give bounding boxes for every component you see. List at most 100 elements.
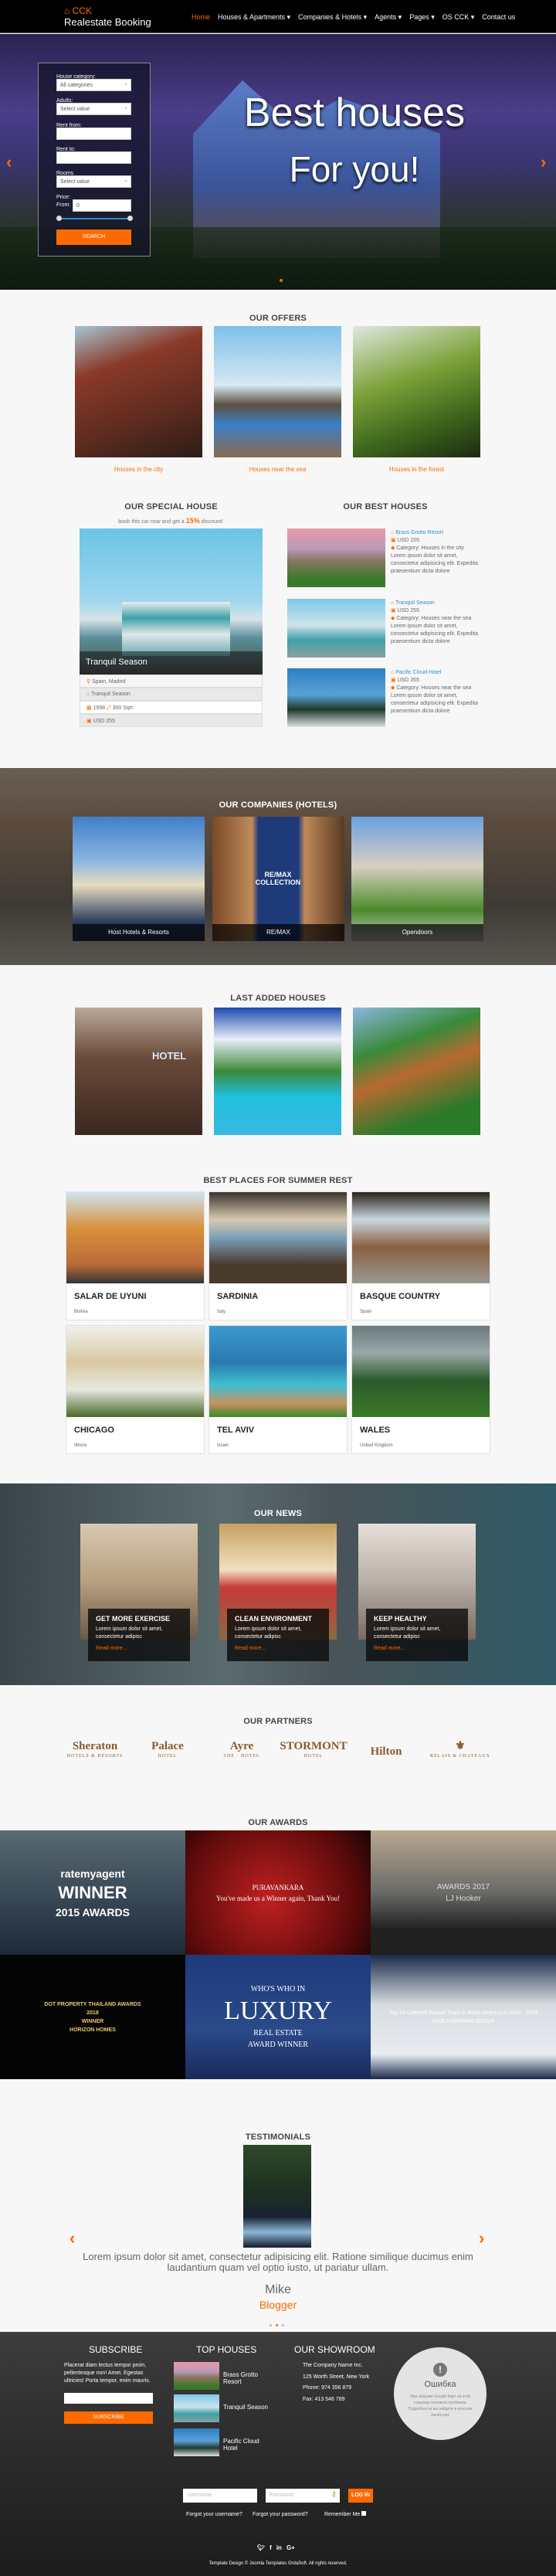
partner-logo[interactable]: Ayre THE · HOTEL — [207, 1732, 276, 1771]
best-house-name[interactable]: Brass Grotto Resort — [395, 530, 443, 535]
offer-link[interactable]: Houses in the city — [75, 466, 202, 473]
nav-item[interactable]: Houses & Apartments ▾ — [218, 13, 290, 22]
forgot-username-link[interactable]: Forgot your username? — [186, 2511, 242, 2519]
offer-link[interactable]: Houses near the sea — [214, 466, 341, 473]
slide-dot-active[interactable] — [276, 2324, 278, 2326]
partner-sub: RELAIS & CHATEAUX — [430, 1754, 490, 1759]
offer-link[interactable]: Houses in the forest — [353, 466, 480, 473]
place-card[interactable]: BASQUE COUNTRY Spain — [351, 1191, 490, 1320]
nav-item[interactable]: Agents ▾ — [375, 13, 402, 22]
best-house-name[interactable]: Tranquil Season — [395, 600, 435, 606]
offer-image[interactable] — [75, 326, 202, 457]
company-card[interactable]: Host Hotels & Resorts — [73, 817, 205, 941]
search-form: House category: All categories Adults: S… — [38, 63, 151, 257]
chevron-left-icon[interactable]: ‹ — [70, 2228, 75, 2248]
award-image[interactable]: PURAVANKARA You've made us a Winner again… — [185, 1830, 371, 1955]
logo[interactable]: ⌂ CCK — [64, 5, 92, 16]
place-card[interactable]: TEL AVIV Israel — [208, 1325, 348, 1454]
best-house-image[interactable] — [287, 599, 385, 658]
logo-name[interactable]: Realestate Booking — [64, 16, 151, 28]
login-button[interactable]: LOG IN — [348, 2489, 373, 2503]
last-added-image[interactable] — [353, 1008, 480, 1135]
remember-label: Remember Me — [324, 2512, 361, 2517]
top-house-thumb[interactable] — [174, 2362, 219, 2390]
subscribe-text: Placerat diam lectus tempor proin, pelle… — [64, 2363, 151, 2384]
special-caption: Tranquil Season — [80, 651, 263, 675]
facebook-icon[interactable]: f — [270, 2544, 272, 2551]
rooms-select[interactable]: Select value — [56, 175, 131, 188]
chevron-left-icon[interactable]: ‹ — [6, 152, 12, 172]
top-house-link[interactable]: Pacific Cloud Hotel — [223, 2438, 270, 2452]
slider-handle-max[interactable] — [127, 216, 133, 221]
twitter-icon[interactable]: 🐦︎ — [257, 2544, 265, 2551]
rent-from-input[interactable] — [56, 127, 131, 140]
best-house-image[interactable] — [287, 668, 385, 727]
place-card[interactable]: SALAR DE UYUNI Bolivia — [66, 1191, 205, 1320]
last-added-image[interactable]: HOTEL — [75, 1008, 202, 1135]
username-input[interactable]: Username — [183, 2489, 257, 2503]
best-house-image[interactable] — [287, 528, 385, 587]
showroom-line: Fax: 413 546 789 — [303, 2396, 345, 2402]
subscribe-button[interactable]: SUBSCRIBE — [64, 2411, 153, 2424]
remember-me[interactable]: Remember Me — [324, 2511, 367, 2519]
testimonial-dots — [270, 2324, 284, 2326]
best-house-name[interactable]: Pacific Cloud Hotel — [395, 670, 441, 675]
password-input[interactable]: Password ⚷ — [266, 2489, 340, 2503]
forgot-password-link[interactable]: Forgot your password? — [253, 2511, 308, 2519]
subtitle-text: book this car now and get a — [118, 519, 186, 525]
place-card[interactable]: WALES United Kingdom — [351, 1325, 490, 1454]
award-image[interactable]: DOT PROPERTY THAILAND AWARDS 2018 WINNER HO… — [0, 1955, 185, 2079]
search-button[interactable]: SEARCH — [56, 229, 131, 245]
slide-dot[interactable] — [280, 279, 283, 282]
google-plus-icon[interactable]: G+ — [286, 2544, 295, 2551]
top-house-thumb[interactable] — [174, 2394, 219, 2422]
award-image[interactable]: Top 10 Coldwell Banker Team in North Ame… — [371, 1955, 556, 2079]
slide-dot[interactable] — [270, 2324, 272, 2326]
map-error: ! Ошибка При загрузке Google Карт на это… — [394, 2347, 486, 2440]
top-houses-title: TOP HOUSES — [196, 2344, 257, 2355]
place-name: CHICAGO — [74, 1426, 114, 1435]
offer-image[interactable] — [353, 326, 480, 457]
linkedin-icon[interactable]: in — [276, 2544, 282, 2551]
chevron-right-icon[interactable]: › — [479, 2228, 484, 2248]
top-house-link[interactable]: Tranquil Season — [223, 2404, 270, 2411]
rent-to-input[interactable] — [56, 151, 131, 164]
top-house-link[interactable]: Brass Grotto Resort — [223, 2371, 270, 2385]
chevron-right-icon[interactable]: › — [541, 152, 546, 172]
read-more-link[interactable]: Read more... — [374, 1646, 460, 1651]
company-card[interactable]: RE/MAX COLLECTION RE/MAX — [212, 817, 344, 941]
remember-checkbox[interactable] — [361, 2511, 367, 2516]
nav-item[interactable]: Contact us — [482, 13, 515, 22]
read-more-link[interactable]: Read more... — [235, 1646, 321, 1651]
special-house-image[interactable]: Tranquil Season — [80, 528, 263, 675]
award-image[interactable]: WHO'S WHO IN LUXURY REAL ESTATE AWARD WINNE… — [185, 1955, 371, 2079]
place-card[interactable]: CHICAGO Illinois — [66, 1325, 205, 1454]
best-house-category: Category: Houses near the sea — [396, 616, 472, 621]
adults-select[interactable]: Select value — [56, 103, 131, 115]
partner-logo[interactable]: Sheraton HOTELS & RESORTS — [60, 1732, 130, 1771]
partner-logo[interactable]: Palace HOTEL — [133, 1732, 202, 1771]
nav-item[interactable]: Pages ▾ — [409, 13, 435, 22]
price-from-input[interactable]: 0 — [73, 199, 131, 212]
nav-item[interactable]: OS CCK ▾ — [442, 13, 475, 22]
last-added-image[interactable] — [214, 1008, 341, 1135]
partner-name: STORMONT — [280, 1740, 348, 1752]
place-card[interactable]: SARDINIA Italy — [208, 1191, 348, 1320]
partner-logo[interactable]: Hilton — [351, 1732, 421, 1771]
price-slider[interactable] — [59, 218, 130, 219]
offer-image[interactable] — [214, 326, 341, 457]
nav-item[interactable]: Companies & Hotels ▾ — [298, 13, 367, 22]
nav-item[interactable]: Home — [192, 13, 210, 22]
place-country: Spain — [360, 1310, 372, 1314]
category-select[interactable]: All categories — [56, 79, 131, 91]
top-house-thumb[interactable] — [174, 2428, 219, 2456]
partner-logo[interactable]: ⚜ RELAIS & CHATEAUX — [425, 1732, 495, 1771]
company-card[interactable]: Opendoors — [351, 817, 483, 941]
award-image[interactable]: ratemyagent WINNER 2015 AWARDS — [0, 1830, 185, 1955]
slide-dot[interactable] — [282, 2324, 284, 2326]
slider-handle-min[interactable] — [56, 216, 62, 221]
read-more-link[interactable]: Read more... — [96, 1646, 182, 1651]
subscribe-email-input[interactable] — [64, 2393, 153, 2404]
partner-logo[interactable]: STORMONT HOTEL — [279, 1732, 348, 1771]
award-image[interactable]: AWARDS 2017 LJ Hooker — [371, 1830, 556, 1955]
